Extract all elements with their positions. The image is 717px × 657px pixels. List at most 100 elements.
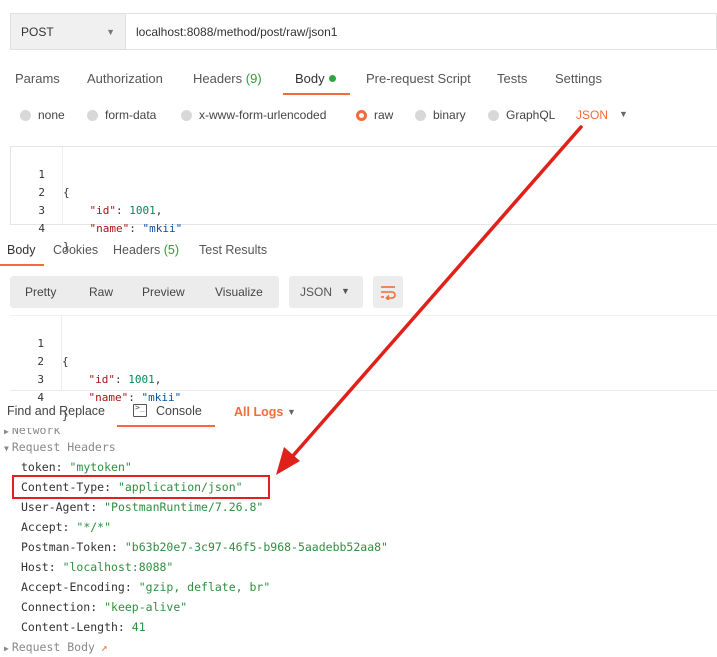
response-body-viewer[interactable]: 1 { 2 "id": 1001, 3 "name": "mkii" 4 }: [10, 315, 717, 422]
header-value: "*/*": [76, 520, 112, 534]
log-header-row: User-Agent: "PostmanRuntime/7.26.8": [21, 499, 263, 515]
tab-label: Authorization: [87, 71, 163, 86]
radio-icon: [415, 109, 426, 121]
header-value: 41: [131, 620, 146, 634]
tab-label: Test Results: [199, 243, 268, 257]
header-key: token:: [21, 460, 63, 474]
url-input[interactable]: localhost:8088/method/post/raw/json1: [126, 14, 716, 49]
radio-raw[interactable]: raw: [356, 108, 393, 122]
log-header-row: Postman-Token: "b63b20e7-3c97-46f5-b968-…: [21, 539, 388, 555]
tab-response-headers[interactable]: Headers (5): [113, 243, 179, 257]
caret-right-icon: ▶: [4, 427, 9, 436]
tab-body[interactable]: Body: [283, 71, 350, 95]
tab-headers[interactable]: Headers (9): [193, 71, 262, 86]
section-label: Request Headers: [11, 440, 116, 454]
radio-x-www-form-urlencoded[interactable]: x-www-form-urlencoded: [181, 108, 326, 122]
log-header-row: Host: "localhost:8088": [21, 559, 173, 575]
tab-label: Body: [295, 71, 325, 86]
caret-down-icon: ▼: [4, 444, 9, 453]
header-value: "keep-alive": [104, 600, 188, 614]
code-text: "name": "mkii": [89, 222, 183, 235]
tab-label: Settings: [555, 71, 602, 86]
view-raw-button[interactable]: Raw: [89, 285, 113, 299]
method-label: POST: [21, 24, 54, 39]
active-tab-underline: [117, 425, 215, 427]
request-tabs: Params Authorization Headers (9) Body Pr…: [0, 66, 717, 96]
radio-checked-icon: [356, 109, 367, 121]
tab-count: (5): [163, 243, 180, 257]
wrap-lines-button[interactable]: [373, 276, 403, 308]
caret-right-icon: ▶: [4, 644, 9, 653]
header-key: Host:: [21, 560, 56, 574]
log-header-row: Accept-Encoding: "gzip, deflate, br": [21, 579, 270, 595]
log-header-row: Connection: "keep-alive": [21, 599, 187, 615]
tab-tests[interactable]: Tests: [497, 71, 527, 86]
log-section-request-headers[interactable]: ▼ Request Headers: [4, 439, 116, 457]
radio-label: raw: [374, 108, 394, 122]
tab-response-body[interactable]: Body: [7, 243, 36, 257]
radio-label: form-data: [105, 108, 157, 122]
tab-label: Tests: [497, 71, 528, 86]
tab-find-and-replace[interactable]: Find and Replace: [7, 404, 105, 418]
code-line: 1 {: [10, 317, 717, 368]
log-header-row: token: "mytoken": [21, 459, 132, 475]
method-select[interactable]: POST ▼: [11, 14, 126, 49]
tab-label: Params: [15, 71, 60, 86]
tab-pre-request-script[interactable]: Pre-request Script: [366, 71, 471, 86]
response-tabs: Body Cookies Headers (5) Test Results: [0, 238, 717, 268]
radio-form-data[interactable]: form-data: [87, 108, 156, 122]
tab-label: Body: [7, 243, 36, 257]
log-level-select[interactable]: All Logs: [234, 405, 283, 419]
tab-test-results[interactable]: Test Results: [199, 243, 267, 257]
code-line: 3 "name": "mkii": [10, 353, 717, 404]
tab-cookies[interactable]: Cookies: [53, 243, 98, 257]
radio-icon: [488, 109, 499, 121]
header-key: Content-Length:: [21, 620, 125, 634]
header-value: "localhost:8088": [62, 560, 174, 574]
terminal-icon: [133, 403, 147, 417]
body-type-selector: none form-data x-www-form-urlencoded raw…: [0, 106, 717, 126]
radio-icon: [20, 109, 31, 121]
section-label: Request Body: [11, 640, 95, 654]
tab-authorization[interactable]: Authorization: [87, 71, 163, 86]
radio-graphql[interactable]: GraphQL: [488, 108, 555, 122]
log-section-request-body[interactable]: ▶ Request Body ↗: [4, 639, 108, 657]
radio-label: none: [38, 108, 65, 122]
header-key: User-Agent:: [21, 500, 98, 514]
request-body-editor[interactable]: 1 { 2 "id": 1001, 3 "name": "mkii" 4 }: [10, 146, 717, 253]
code-line: 2 "id": 1001,: [11, 166, 717, 217]
tab-count: (9): [245, 71, 262, 86]
view-preview-button[interactable]: Preview: [142, 285, 185, 299]
tab-label: Headers: [193, 71, 243, 86]
header-value: "b63b20e7-3c97-46f5-b968-5aadebb52aa8": [124, 540, 388, 554]
tab-settings[interactable]: Settings: [555, 71, 602, 86]
chevron-down-icon: ▼: [341, 286, 350, 296]
tab-console[interactable]: Console: [156, 404, 202, 418]
code-line: 1 {: [11, 148, 717, 199]
code-line: 4 }: [11, 202, 717, 253]
header-key: Postman-Token:: [21, 540, 118, 554]
header-value: "gzip, deflate, br": [138, 580, 271, 594]
external-link-icon[interactable]: ↗: [101, 640, 108, 656]
radio-label: binary: [433, 108, 466, 122]
body-format-select[interactable]: JSON: [576, 108, 608, 122]
log-header-row: Content-Length: 41: [21, 619, 146, 635]
tab-params[interactable]: Params: [15, 71, 60, 86]
header-key: Connection:: [21, 600, 98, 614]
chevron-down-icon[interactable]: ▼: [619, 109, 628, 119]
view-visualize-button[interactable]: Visualize: [215, 285, 263, 299]
header-key: Accept:: [21, 520, 70, 534]
chevron-down-icon[interactable]: ▼: [287, 407, 296, 417]
annotation-highlight-box: [12, 475, 270, 499]
format-label: JSON: [300, 285, 333, 299]
response-format-select[interactable]: JSON ▼: [289, 276, 363, 308]
radio-none[interactable]: none: [20, 108, 65, 122]
radio-binary[interactable]: binary: [415, 108, 466, 122]
request-url-bar: POST ▼ localhost:8088/method/post/raw/js…: [10, 13, 717, 50]
console-tabs: Find and Replace Console All Logs ▼: [0, 398, 717, 428]
line-number: 4: [38, 222, 45, 235]
header-key: Accept-Encoding:: [21, 580, 132, 594]
view-pretty-button[interactable]: Pretty: [25, 285, 56, 299]
view-mode-group: Pretty Raw Preview Visualize: [10, 276, 279, 308]
code-line: 3 "name": "mkii": [11, 184, 717, 235]
